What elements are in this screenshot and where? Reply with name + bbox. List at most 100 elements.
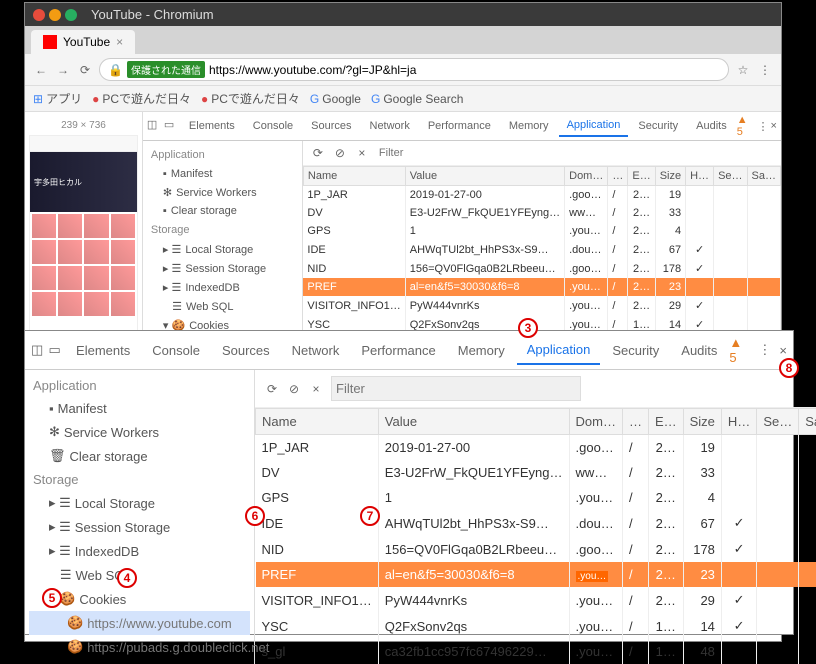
cookie-row[interactable]: YSCQ2FxSonv2qs.you…/1…14✓	[256, 613, 816, 639]
column-value[interactable]: Value	[405, 167, 564, 186]
inspect-icon[interactable]: ◫	[31, 342, 47, 358]
minimize-window-icon[interactable]	[49, 9, 61, 21]
tab-elements[interactable]: Elements	[181, 116, 243, 136]
delete-icon[interactable]: ×	[309, 382, 323, 396]
star-icon[interactable]: ☆	[735, 62, 751, 78]
delete-icon[interactable]: ×	[355, 146, 369, 160]
url-input[interactable]: 🔒 保護された通信 https://www.youtube.com/?gl=JP…	[99, 58, 729, 81]
cookie-row[interactable]: GPS1.you…/2…4	[303, 222, 780, 240]
tab-console[interactable]: Console	[245, 116, 301, 136]
tab-audits[interactable]: Audits	[688, 116, 735, 136]
sidebar-item-service-workers[interactable]: ✻ Service Workers	[29, 420, 250, 444]
column-size[interactable]: Size	[655, 167, 685, 186]
cookie-row[interactable]: 1P_JAR2019-01-27-00.goo…/2…19	[256, 435, 816, 461]
tab-elements[interactable]: Elements	[66, 337, 140, 364]
cookie-row[interactable]: DVE3-U2FrW_FkQUE1YFEyng…ww…/2…33	[303, 204, 780, 222]
close-devtools-icon[interactable]: ×	[771, 120, 777, 132]
refresh-icon[interactable]: ⟳	[265, 382, 279, 396]
warning-badge[interactable]: ▲ 5	[729, 335, 752, 365]
tab-application[interactable]: Application	[517, 336, 601, 365]
device-icon[interactable]: ▭	[49, 342, 65, 358]
sidebar-item-clear-storage[interactable]: ▪ Clear storage	[147, 202, 298, 220]
cookie-row[interactable]: NID156=QV0FlGqa0B2LRbeeu….goo…/2…178✓	[256, 536, 816, 562]
tab-sources[interactable]: Sources	[303, 116, 359, 136]
column-expires[interactable]: E…	[648, 409, 683, 435]
column-secure[interactable]: Se…	[714, 167, 747, 186]
column-same[interactable]: Sa…	[799, 409, 816, 435]
tab-memory[interactable]: Memory	[501, 116, 557, 136]
sidebar-item-local-storage[interactable]: ▸ ☰ Local Storage	[29, 491, 250, 515]
tab-network[interactable]: Network	[282, 337, 350, 364]
column-secure[interactable]: Se…	[757, 409, 799, 435]
tab-console[interactable]: Console	[142, 337, 210, 364]
column-same[interactable]: Sa…	[747, 167, 780, 186]
tab-performance[interactable]: Performance	[351, 337, 445, 364]
device-icon[interactable]: ▭	[164, 118, 179, 134]
forward-icon[interactable]: →	[55, 62, 71, 78]
column-path[interactable]: …	[608, 167, 628, 186]
bookmark-item[interactable]: ● PCで遊んだ日々	[92, 90, 191, 107]
sidebar-item-manifest[interactable]: ▪ Manifest	[29, 397, 250, 420]
filter-input[interactable]	[331, 376, 581, 401]
cookie-row[interactable]: IDEAHWqTUl2bt_HhPS3x-S9….dou…/2…67✓	[303, 240, 780, 259]
close-devtools-icon[interactable]: ×	[779, 343, 787, 358]
sidebar-item-indexeddb[interactable]: ▸ ☰ IndexedDB	[29, 539, 250, 563]
close-icon[interactable]: ×	[116, 35, 123, 49]
column-expires[interactable]: E…	[628, 167, 655, 186]
sidebar-item-local-storage[interactable]: ▸ ☰ Local Storage	[147, 240, 298, 259]
cookie-row[interactable]: 1P_JAR2019-01-27-00.goo…/2…19	[303, 186, 780, 205]
column-domain[interactable]: Dom…	[565, 167, 608, 186]
browser-tab[interactable]: YouTube ×	[31, 30, 135, 54]
tab-performance[interactable]: Performance	[420, 116, 499, 136]
bookmark-item[interactable]: G Google	[310, 92, 361, 106]
cookie-row[interactable]: NID156=QV0FlGqa0B2LRbeeu….goo…/2…178✓	[303, 259, 780, 278]
column-domain[interactable]: Dom…	[569, 409, 622, 435]
sidebar-cookie-origin-youtube[interactable]: 🍪 https://www.youtube.com	[29, 611, 250, 635]
tab-security[interactable]: Security	[602, 337, 669, 364]
tab-sources[interactable]: Sources	[212, 337, 280, 364]
cookie-row[interactable]: VISITOR_INFO1…PyW444vnrKs.you…/2…29✓	[303, 296, 780, 315]
cookie-row[interactable]: PREFal=en&f5=30030&f6=8.you…/2…23	[303, 278, 780, 296]
cookie-row[interactable]: PREFal=en&f5=30030&f6=8.you…/2…23	[256, 562, 816, 587]
menu-icon[interactable]: ⋮	[757, 62, 773, 78]
column-value[interactable]: Value	[378, 409, 569, 435]
sidebar-item-clear-storage[interactable]: 🗑 Clear storage	[29, 444, 250, 468]
inspect-icon[interactable]: ◫	[147, 118, 162, 134]
sidebar-item-websql[interactable]: ☰ Web SQL	[147, 297, 298, 316]
more-icon[interactable]: ⋮	[758, 342, 771, 358]
sidebar-item-service-workers[interactable]: ✻ Service Workers	[147, 183, 298, 202]
sidebar-item-session-storage[interactable]: ▸ ☰ Session Storage	[147, 259, 298, 278]
filter-input[interactable]	[377, 145, 773, 161]
sidebar-item-websql[interactable]: ☰ Web SQL	[29, 563, 250, 587]
column-http[interactable]: H…	[721, 409, 756, 435]
tab-network[interactable]: Network	[362, 116, 418, 136]
sidebar-item-manifest[interactable]: ▪ Manifest	[147, 165, 298, 183]
column-size[interactable]: Size	[683, 409, 721, 435]
clear-icon[interactable]: ⊘	[287, 382, 301, 396]
clear-icon[interactable]: ⊘	[333, 146, 347, 160]
back-icon[interactable]: ←	[33, 62, 49, 78]
column-http[interactable]: H…	[686, 167, 714, 186]
more-icon[interactable]: ⋮	[758, 120, 769, 133]
column-name[interactable]: Name	[303, 167, 405, 186]
tab-security[interactable]: Security	[630, 116, 686, 136]
cookie-row[interactable]: GPS1.you…/2…4	[256, 485, 816, 510]
tab-audits[interactable]: Audits	[671, 337, 727, 364]
tab-memory[interactable]: Memory	[448, 337, 515, 364]
cookie-row[interactable]: DVE3-U2FrW_FkQUE1YFEyng…ww…/2…33	[256, 460, 816, 485]
tab-application[interactable]: Application	[559, 115, 629, 137]
sidebar-item-session-storage[interactable]: ▸ ☰ Session Storage	[29, 515, 250, 539]
sidebar-cookie-origin-doubleclick[interactable]: 🍪 https://pubads.g.doubleclick.net	[29, 635, 250, 659]
refresh-icon[interactable]: ⟳	[311, 146, 325, 160]
bookmark-item[interactable]: ● PCで遊んだ日々	[201, 90, 300, 107]
bookmark-item[interactable]: G Google Search	[371, 92, 463, 106]
sidebar-item-cookies[interactable]: ▾ 🍪 Cookies	[29, 587, 250, 611]
close-window-icon[interactable]	[33, 9, 45, 21]
sidebar-item-indexeddb[interactable]: ▸ ☰ IndexedDB	[147, 278, 298, 297]
column-path[interactable]: …	[622, 409, 648, 435]
cookie-row[interactable]: VISITOR_INFO1…PyW444vnrKs.you…/2…29✓	[256, 587, 816, 613]
maximize-window-icon[interactable]	[65, 9, 77, 21]
reload-icon[interactable]: ⟳	[77, 62, 93, 78]
apps-button[interactable]: ⊞ アプリ	[33, 90, 82, 107]
column-name[interactable]: Name	[256, 409, 379, 435]
